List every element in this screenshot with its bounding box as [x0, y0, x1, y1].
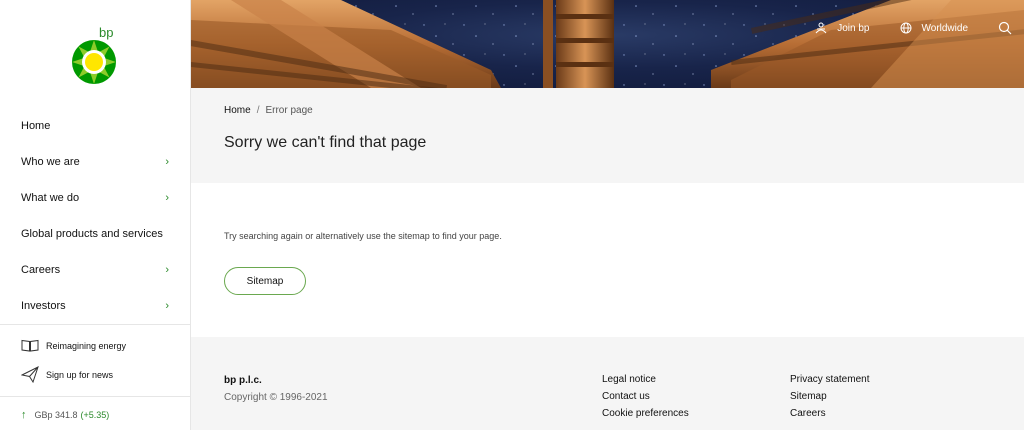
search-button[interactable]: [998, 21, 1012, 35]
breadcrumb: Home / Error page: [224, 105, 313, 116]
top-nav: Join bp Worldwide: [815, 0, 1024, 56]
share-price-value: GBp 341.8: [34, 410, 78, 420]
footer-link-contact-us[interactable]: Contact us: [602, 391, 689, 408]
sidebar-item-label: Careers: [21, 264, 61, 276]
footer-link-sitemap[interactable]: Sitemap: [790, 391, 869, 408]
share-price-change: (+5.35): [80, 410, 110, 420]
chevron-right-icon: ›: [165, 300, 169, 312]
main-content: Try searching again or alternatively use…: [191, 183, 1024, 337]
sidebar-item-label: What we do: [21, 192, 80, 204]
chevron-right-icon: ›: [165, 264, 169, 276]
reimagining-energy-link[interactable]: Reimagining energy: [21, 339, 126, 352]
logo-wordmark: bp: [99, 25, 113, 40]
breadcrumb-separator: /: [256, 105, 260, 116]
footer-links-col-1: Legal notice Contact us Cookie preferenc…: [602, 374, 689, 425]
footer-link-legal-notice[interactable]: Legal notice: [602, 374, 689, 391]
bp-helios-logo: bp: [72, 25, 116, 84]
sidebar-item-label: Home: [21, 120, 51, 132]
sidebar: bp Home Who we are › What we do › Global…: [0, 0, 191, 430]
title-band: Home / Error page Sorry we can't find th…: [191, 88, 1024, 183]
search-icon: [998, 21, 1012, 35]
sidebar-item-home[interactable]: Home: [0, 108, 191, 144]
sidebar-item-label: Investors: [21, 300, 66, 312]
footer-links-col-2: Privacy statement Sitemap Careers: [790, 374, 869, 425]
footer-link-careers[interactable]: Careers: [790, 408, 869, 425]
chevron-right-icon: ›: [165, 156, 169, 168]
worldwide-link[interactable]: Worldwide: [900, 22, 969, 34]
footer-company: bp p.l.c.: [224, 375, 262, 386]
worldwide-label: Worldwide: [921, 22, 969, 34]
help-text: Try searching again or alternatively use…: [224, 231, 502, 241]
footer: bp p.l.c. Copyright © 1996-2021 Legal no…: [191, 337, 1024, 430]
bp-logo[interactable]: bp: [70, 24, 122, 86]
book-icon: [21, 339, 39, 352]
footer-copyright: Copyright © 1996-2021: [224, 392, 328, 403]
page-title: Sorry we can't find that page: [224, 134, 427, 151]
sidebar-item-who-we-are[interactable]: Who we are ›: [0, 144, 191, 180]
footer-link-privacy-statement[interactable]: Privacy statement: [790, 374, 869, 391]
sidebar-item-global-products[interactable]: Global products and services: [0, 216, 191, 252]
sidebar-item-investors[interactable]: Investors ›: [0, 288, 191, 324]
breadcrumb-current: Error page: [265, 105, 313, 116]
sidebar-nav: Home Who we are › What we do › Global pr…: [0, 108, 191, 324]
share-price[interactable]: ↑ GBp 341.8 (+5.35): [21, 409, 109, 421]
chevron-right-icon: ›: [165, 192, 169, 204]
reimagining-energy-label: Reimagining energy: [46, 340, 127, 351]
sidebar-divider: [0, 396, 191, 397]
sidebar-item-careers[interactable]: Careers ›: [0, 252, 191, 288]
join-bp-label: Join bp: [837, 22, 870, 34]
sidebar-item-what-we-do[interactable]: What we do ›: [0, 180, 191, 216]
sidebar-item-label: Global products and services: [21, 228, 163, 240]
hero-banner: Join bp Worldwide: [191, 0, 1024, 88]
sign-up-news-label: Sign up for news: [46, 369, 114, 380]
sidebar-item-label: Who we are: [21, 156, 80, 168]
paper-plane-icon: [21, 366, 39, 383]
sidebar-divider: [0, 324, 191, 325]
breadcrumb-home[interactable]: Home: [224, 105, 251, 116]
join-bp-link[interactable]: Join bp: [815, 22, 870, 34]
footer-link-cookie-preferences[interactable]: Cookie preferences: [602, 408, 689, 425]
arrow-up-icon: ↑: [21, 409, 27, 421]
globe-icon: [900, 22, 911, 34]
people-icon: [815, 22, 827, 34]
sign-up-news-link[interactable]: Sign up for news: [21, 366, 113, 383]
sitemap-button[interactable]: Sitemap: [224, 267, 306, 295]
